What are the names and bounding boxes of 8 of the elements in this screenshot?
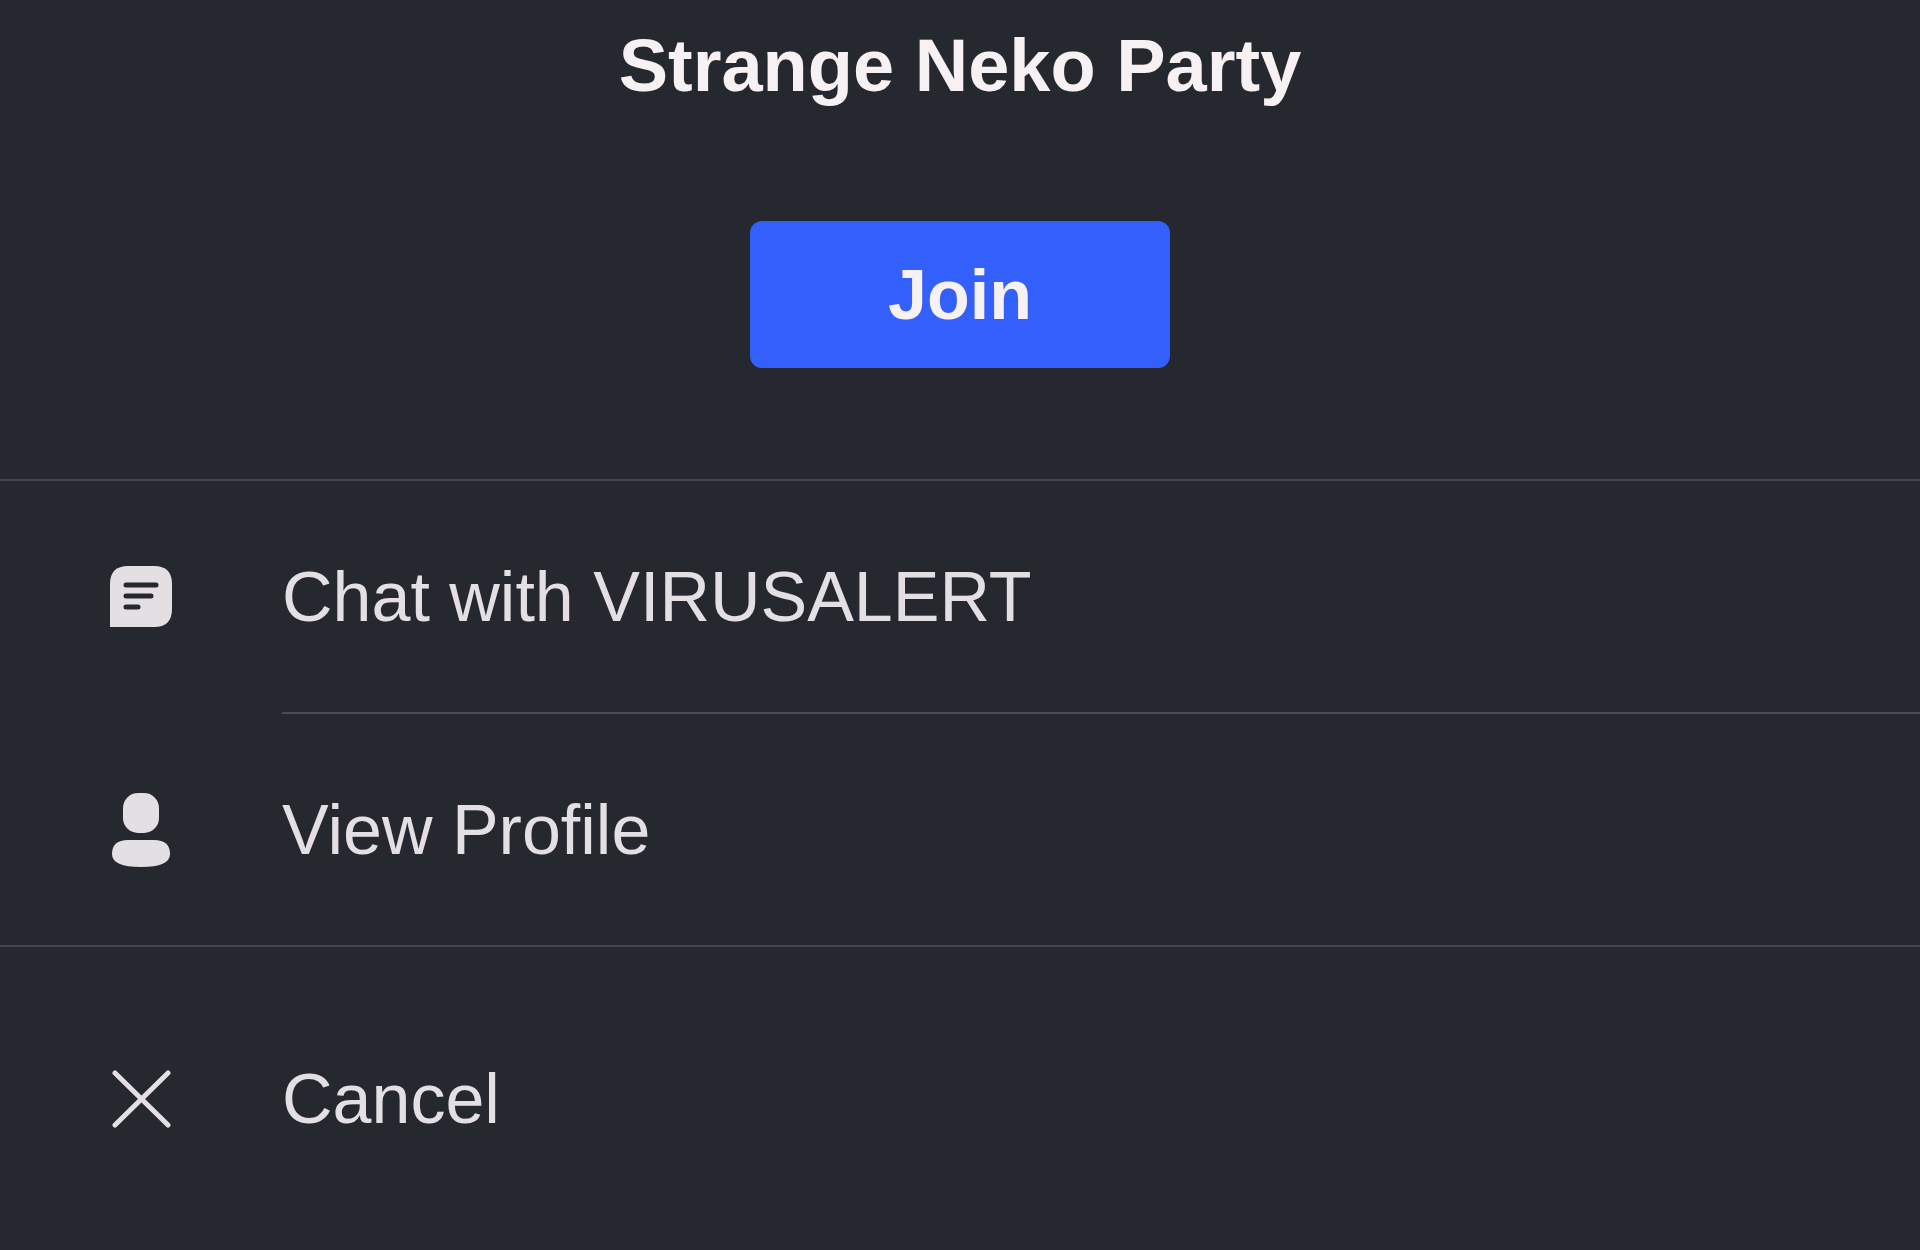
person-icon	[112, 792, 170, 867]
chat-bubble-icon	[110, 566, 172, 627]
menu-item[interactable]: View Profile	[0, 714, 1920, 945]
sheet-title: Strange Neko Party	[618, 23, 1302, 109]
close-icon	[111, 1069, 171, 1128]
join-button[interactable]: Join	[750, 221, 1170, 368]
menu-item[interactable]: Cancel	[0, 947, 1920, 1250]
menu-item[interactable]: Chat with VIRUSALERT	[0, 481, 1920, 712]
